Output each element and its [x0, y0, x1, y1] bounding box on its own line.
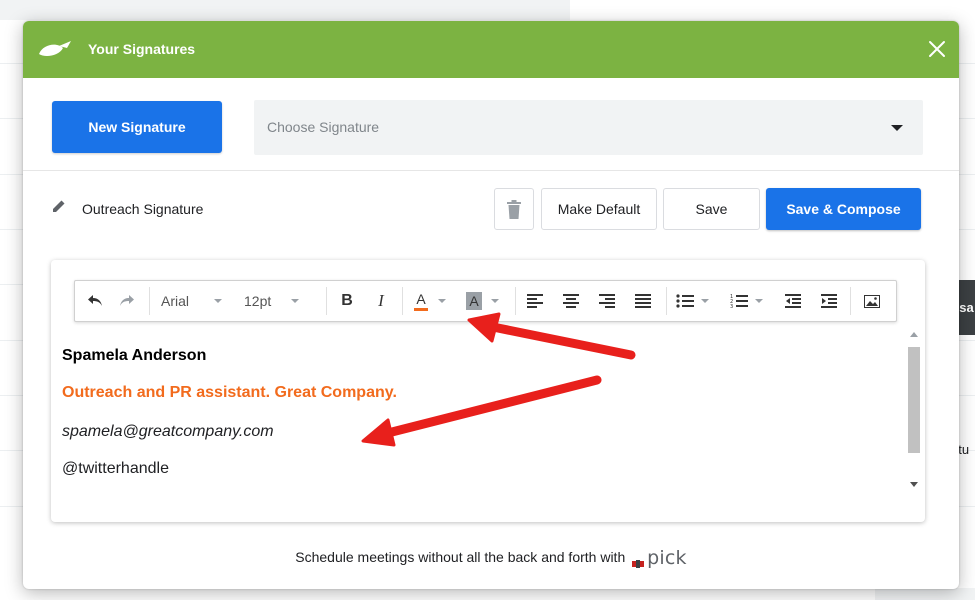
chevron-down-icon: [438, 299, 446, 303]
pick-brand-link[interactable]: pick: [632, 549, 687, 568]
footer-promo: Schedule meetings without all the back a…: [23, 549, 959, 568]
font-color-swatch: [414, 307, 428, 311]
font-size-value: 12pt: [244, 293, 272, 309]
font-size-select[interactable]: 12pt: [239, 281, 319, 321]
signature-picker-row: New Signature Choose Signature: [23, 78, 959, 171]
redo-icon[interactable]: [113, 281, 141, 321]
toolbar-divider: [666, 287, 667, 315]
bold-button[interactable]: B: [333, 281, 361, 321]
background-color-button[interactable]: A: [460, 281, 488, 321]
background-color-dropdown[interactable]: [488, 281, 502, 321]
font-family-select[interactable]: Arial: [153, 281, 239, 321]
make-default-button[interactable]: Make Default: [541, 188, 657, 230]
font-family-value: Arial: [161, 293, 190, 309]
signature-title-line: Outreach and PR assistant. Great Company…: [62, 384, 397, 401]
signature-actions-row: Outreach Signature Make Default Save Sav…: [23, 171, 959, 261]
signature-handle-line: @twitterhandle: [62, 460, 169, 477]
chevron-down-icon: [891, 125, 903, 131]
indent-icon[interactable]: [817, 281, 841, 321]
font-color-button[interactable]: A: [407, 281, 435, 321]
background-box: [875, 588, 975, 600]
save-button[interactable]: Save: [663, 188, 760, 230]
chevron-down-icon: [291, 299, 300, 303]
outdent-icon[interactable]: [781, 281, 805, 321]
delete-signature-button[interactable]: [494, 188, 534, 230]
toolbar-divider: [402, 287, 403, 315]
image-icon[interactable]: [859, 281, 885, 321]
pick-logo-icon: [632, 555, 646, 568]
signature-name-line: Spamela Anderson: [62, 347, 207, 364]
chevron-down-icon: [755, 299, 763, 303]
scroll-up-icon[interactable]: [910, 332, 918, 337]
toolbar-divider: [515, 287, 516, 315]
bullet-list-icon[interactable]: [673, 281, 697, 321]
bullet-list-dropdown[interactable]: [699, 281, 711, 321]
undo-icon[interactable]: [81, 281, 109, 321]
numbered-list-dropdown[interactable]: [753, 281, 765, 321]
font-color-dropdown[interactable]: [435, 281, 449, 321]
toolbar-divider: [326, 287, 327, 315]
modal-title: Your Signatures: [88, 41, 196, 57]
numbered-list-icon[interactable]: 123: [727, 281, 751, 321]
signature-name: Outreach Signature: [82, 201, 204, 217]
align-left-icon[interactable]: [523, 281, 547, 321]
choose-signature-select[interactable]: Choose Signature: [254, 100, 923, 155]
new-signature-button[interactable]: New Signature: [52, 101, 222, 153]
signature-editor: Arial 12pt B I A A 1 2 3 Spamela Anderso…: [51, 260, 925, 522]
editor-scrollbar[interactable]: [906, 328, 922, 498]
pick-brand-text: pick: [647, 547, 687, 569]
signature-content-area[interactable]: Spamela Anderson Outreach and PR assista…: [62, 333, 892, 503]
chevron-down-icon: [491, 299, 499, 303]
leaf-logo-icon: [39, 41, 71, 56]
scroll-thumb[interactable]: [908, 347, 920, 453]
pencil-icon: [53, 200, 65, 212]
chevron-down-icon: [701, 299, 709, 303]
toolbar-divider: [850, 287, 851, 315]
footer-text: Schedule meetings without all the back a…: [295, 549, 626, 566]
italic-button[interactable]: I: [367, 281, 395, 321]
background-color-icon: A: [466, 292, 482, 310]
justify-icon[interactable]: [631, 281, 655, 321]
close-icon[interactable]: [925, 37, 949, 61]
save-and-compose-button[interactable]: Save & Compose: [766, 188, 921, 230]
editor-toolbar: Arial 12pt B I A A 1 2 3: [74, 280, 897, 322]
align-center-icon[interactable]: [559, 281, 583, 321]
font-color-icon: A: [416, 290, 426, 307]
toolbar-divider: [149, 287, 150, 315]
choose-signature-placeholder: Choose Signature: [267, 119, 380, 135]
chevron-down-icon: [214, 299, 223, 303]
svg-text:3: 3: [730, 304, 733, 309]
scroll-down-icon[interactable]: [910, 482, 918, 487]
trash-icon: [507, 200, 521, 219]
signatures-modal: Your Signatures New Signature Choose Sig…: [23, 21, 959, 589]
modal-header: Your Signatures: [23, 21, 959, 78]
align-right-icon[interactable]: [595, 281, 619, 321]
background-topbar: [0, 0, 570, 20]
signature-email-line: spamela@greatcompany.com: [62, 423, 274, 440]
